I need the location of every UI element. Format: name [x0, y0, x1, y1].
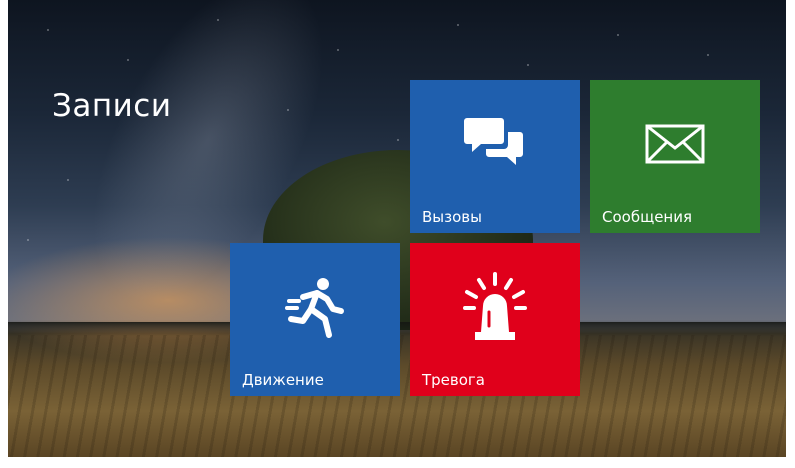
tile-calls-label: Вызовы	[422, 208, 482, 226]
tile-alarm-label: Тревога	[422, 371, 486, 389]
tile-messages-label: Сообщения	[602, 208, 693, 226]
tile-messages[interactable]: Сообщения	[590, 80, 760, 233]
tile-alarm[interactable]: Тревога	[410, 243, 580, 396]
running-person-icon	[230, 243, 400, 371]
screen: Записи Вызовы Сообщения Движение Тревога	[8, 0, 786, 457]
tile-calls[interactable]: Вызовы	[410, 80, 580, 233]
chat-bubbles-icon	[410, 80, 580, 208]
tile-motion[interactable]: Движение	[230, 243, 400, 396]
tile-motion-label: Движение	[242, 371, 324, 389]
envelope-icon	[590, 80, 760, 208]
alarm-siren-icon	[410, 243, 580, 371]
page-title: Записи	[52, 88, 172, 124]
